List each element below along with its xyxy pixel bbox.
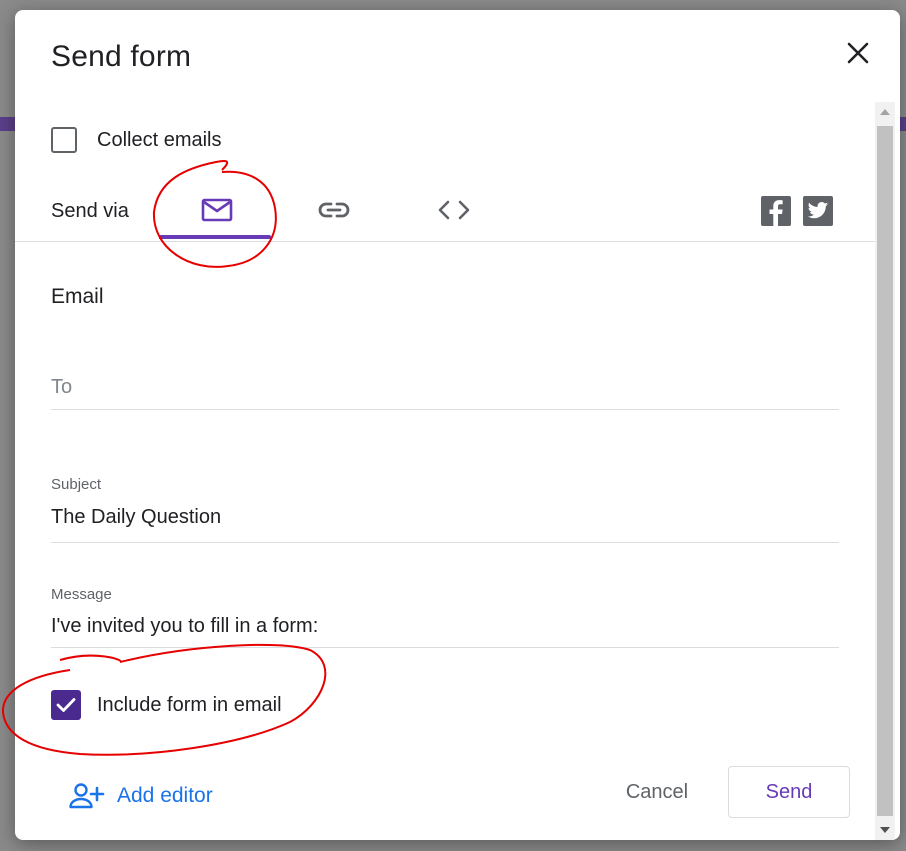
message-field-underline xyxy=(51,647,839,648)
tab-email[interactable] xyxy=(159,178,275,242)
triangle-down-icon xyxy=(880,827,890,833)
scrollbar[interactable] xyxy=(875,102,895,840)
subject-label: Subject xyxy=(51,476,102,493)
close-icon xyxy=(847,42,869,64)
to-field[interactable]: To xyxy=(51,376,839,410)
include-form-label: Include form in email xyxy=(97,693,282,716)
collect-emails-row: Collect emails xyxy=(51,127,221,153)
twitter-share-button[interactable] xyxy=(803,196,833,226)
triangle-up-icon xyxy=(880,109,890,115)
collect-emails-label: Collect emails xyxy=(97,128,222,151)
scrollbar-thumb[interactable] xyxy=(877,126,893,816)
subject-input[interactable]: The Daily Question xyxy=(51,506,839,542)
subject-field[interactable]: Subject The Daily Question xyxy=(51,476,839,543)
link-icon xyxy=(318,202,350,218)
send-form-dialog: Send form Collect emails Send via Email … xyxy=(15,10,900,840)
message-input[interactable]: I've invited you to fill in a form: xyxy=(51,615,839,647)
dialog-title: Send form xyxy=(51,40,192,73)
subject-field-underline xyxy=(51,542,839,543)
facebook-share-button[interactable] xyxy=(761,196,791,226)
code-icon xyxy=(438,200,470,220)
background-page-strip xyxy=(0,117,16,131)
message-field[interactable]: Message I've invited you to fill in a fo… xyxy=(51,586,839,648)
include-form-checkbox[interactable] xyxy=(51,690,81,720)
send-button[interactable]: Send xyxy=(728,766,850,818)
selected-tab-indicator xyxy=(159,235,271,239)
checkmark-icon xyxy=(56,698,76,712)
include-form-row: Include form in email xyxy=(51,690,282,720)
tab-embed[interactable] xyxy=(396,178,512,242)
tab-link[interactable] xyxy=(276,178,392,242)
to-field-underline xyxy=(51,409,839,410)
add-editor-button[interactable]: Add editor xyxy=(69,782,213,810)
mail-icon xyxy=(201,198,233,222)
add-person-icon xyxy=(69,783,105,809)
cancel-button[interactable]: Cancel xyxy=(607,766,707,818)
twitter-icon xyxy=(807,202,829,219)
scroll-down-button[interactable] xyxy=(875,820,895,840)
send-via-label: Send via xyxy=(51,200,129,222)
tabs-divider xyxy=(15,241,875,242)
scroll-up-button[interactable] xyxy=(875,102,895,122)
to-placeholder[interactable]: To xyxy=(51,376,839,409)
email-section-title: Email xyxy=(51,285,104,308)
collect-emails-checkbox[interactable] xyxy=(51,127,77,153)
facebook-icon xyxy=(769,200,783,226)
message-label: Message xyxy=(51,586,112,603)
add-editor-label: Add editor xyxy=(117,784,213,807)
close-button[interactable] xyxy=(841,36,875,70)
